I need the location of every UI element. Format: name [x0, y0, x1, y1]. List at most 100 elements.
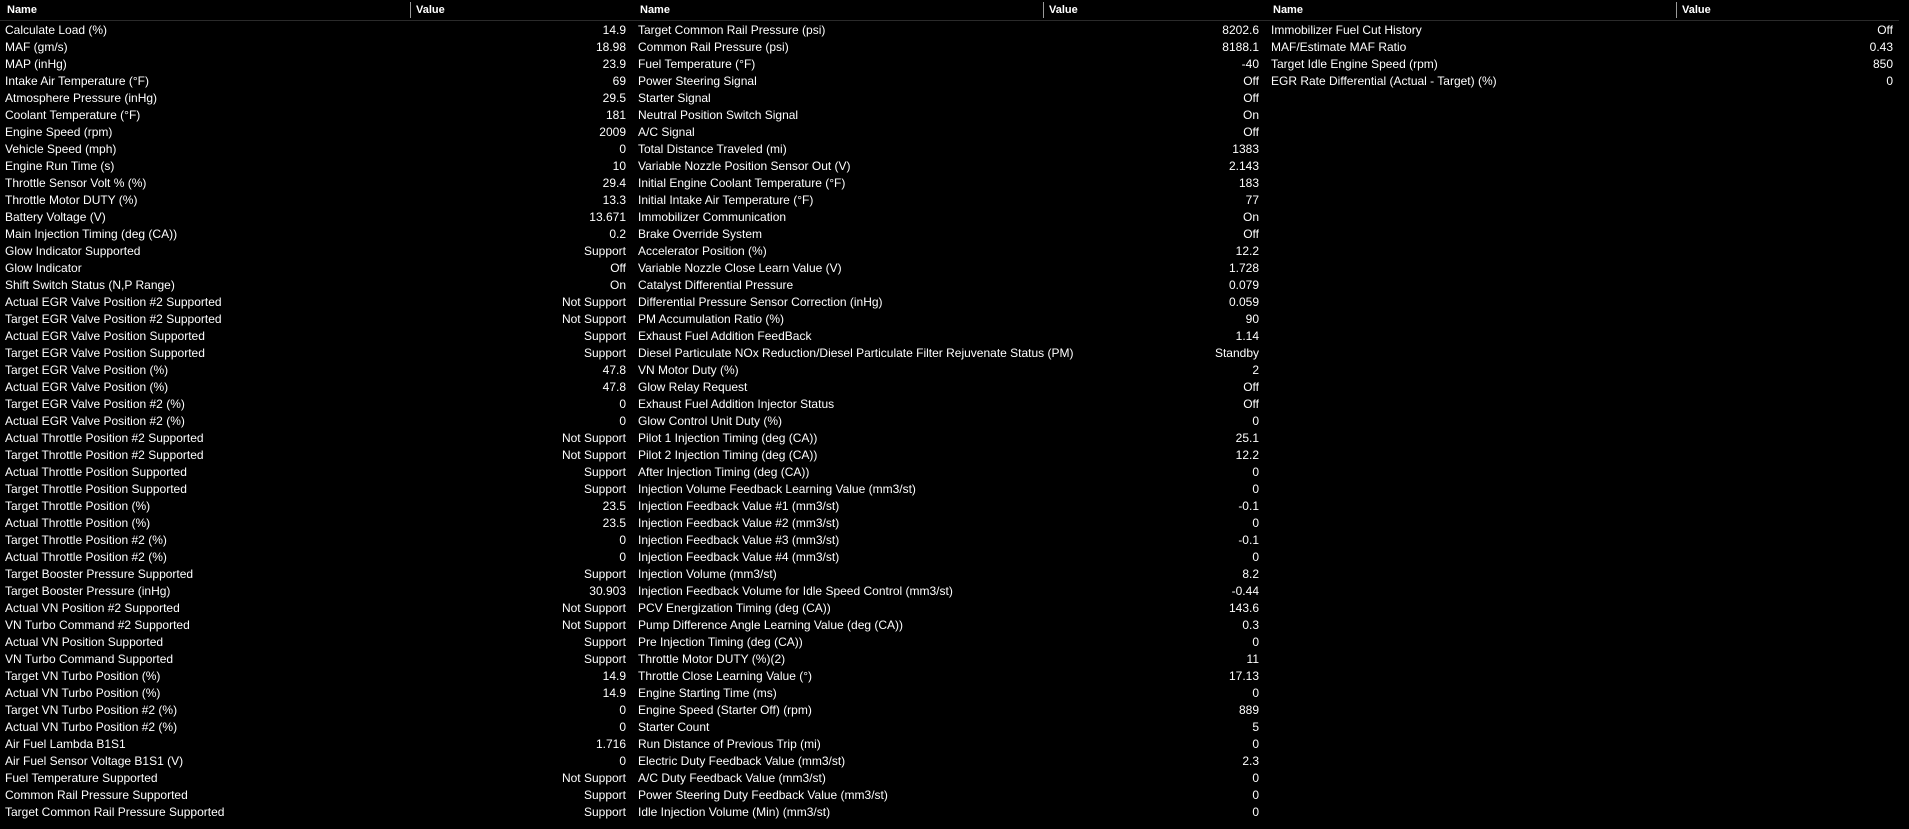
table-row[interactable]: Fuel Temperature Supported Not Support	[0, 770, 633, 787]
table-row[interactable]: Actual EGR Valve Position Supported Suppo…	[0, 328, 633, 345]
table-row[interactable]: Fuel Temperature (°F) -40	[633, 56, 1266, 73]
column-header-name[interactable]: Name	[640, 0, 670, 20]
table-row[interactable]: Initial Intake Air Temperature (°F) 77	[633, 192, 1266, 209]
table-row[interactable]: Actual EGR Valve Position (%) 47.8	[0, 379, 633, 396]
table-row[interactable]: Glow Control Unit Duty (%) 0	[633, 413, 1266, 430]
table-row[interactable]: Target VN Turbo Position (%) 14.9	[0, 668, 633, 685]
table-row[interactable]: Variable Nozzle Position Sensor Out (V) 2…	[633, 158, 1266, 175]
table-row[interactable]: Engine Starting Time (ms) 0	[633, 685, 1266, 702]
table-row[interactable]: Target Common Rail Pressure (psi) 8202.6	[633, 22, 1266, 39]
table-row[interactable]: VN Motor Duty (%) 2	[633, 362, 1266, 379]
column-header-value[interactable]: Value	[416, 0, 445, 20]
table-row[interactable]: Actual EGR Valve Position #2 Supported No…	[0, 294, 633, 311]
table-row[interactable]: Calculate Load (%) 14.9	[0, 22, 633, 39]
table-row[interactable]: Target Booster Pressure (inHg) 30.903	[0, 583, 633, 600]
table-row[interactable]: Injection Feedback Value #2 (mm3/st) 0	[633, 515, 1266, 532]
table-row[interactable]: PCV Energization Timing (deg (CA)) 143.6	[633, 600, 1266, 617]
table-row[interactable]: VN Turbo Command Supported Support	[0, 651, 633, 668]
column-header-value[interactable]: Value	[1682, 0, 1711, 20]
table-row[interactable]: Electric Duty Feedback Value (mm3/st) 2.3	[633, 753, 1266, 770]
column-resize-handle[interactable]	[1043, 2, 1044, 18]
table-row[interactable]: A/C Duty Feedback Value (mm3/st) 0	[633, 770, 1266, 787]
table-row[interactable]: Target Throttle Position #2 Supported Not…	[0, 447, 633, 464]
table-row[interactable]: Actual Throttle Position Supported Suppor…	[0, 464, 633, 481]
table-row[interactable]: Actual VN Position Supported Support	[0, 634, 633, 651]
table-row[interactable]: Target Idle Engine Speed (rpm) 850	[1266, 56, 1899, 73]
table-row[interactable]: Target EGR Valve Position #2 Supported No…	[0, 311, 633, 328]
table-row[interactable]: Exhaust Fuel Addition FeedBack 1.14	[633, 328, 1266, 345]
table-row[interactable]: Initial Engine Coolant Temperature (°F) 1…	[633, 175, 1266, 192]
table-row[interactable]: Brake Override System Off	[633, 226, 1266, 243]
table-row[interactable]: Target Common Rail Pressure Supported Sup…	[0, 804, 633, 821]
table-row[interactable]: Common Rail Pressure (psi) 8188.1	[633, 39, 1266, 56]
table-row[interactable]: Actual VN Position #2 Supported Not Suppo…	[0, 600, 633, 617]
table-row[interactable]: Actual EGR Valve Position #2 (%) 0	[0, 413, 633, 430]
table-row[interactable]: Power Steering Duty Feedback Value (mm3/…	[633, 787, 1266, 804]
table-row[interactable]: Glow Relay Request Off	[633, 379, 1266, 396]
table-row[interactable]: Pilot 1 Injection Timing (deg (CA)) 25.1	[633, 430, 1266, 447]
column-resize-handle[interactable]	[410, 2, 411, 18]
table-row[interactable]: Power Steering Signal Off	[633, 73, 1266, 90]
table-row[interactable]: Actual Throttle Position #2 Supported Not…	[0, 430, 633, 447]
table-row[interactable]: Engine Speed (rpm) 2009	[0, 124, 633, 141]
table-row[interactable]: Throttle Sensor Volt % (%) 29.4	[0, 175, 633, 192]
column-header-name[interactable]: Name	[1273, 0, 1303, 20]
table-row[interactable]: Starter Signal Off	[633, 90, 1266, 107]
table-row[interactable]: Catalyst Differential Pressure 0.079	[633, 277, 1266, 294]
table-row[interactable]: MAF (gm/s) 18.98	[0, 39, 633, 56]
table-row[interactable]: Engine Speed (Starter Off) (rpm) 889	[633, 702, 1266, 719]
table-row[interactable]: Variable Nozzle Close Learn Value (V) 1.7…	[633, 260, 1266, 277]
table-row[interactable]: Intake Air Temperature (°F) 69	[0, 73, 633, 90]
table-row[interactable]: Differential Pressure Sensor Correction …	[633, 294, 1266, 311]
column-header-name[interactable]: Name	[7, 0, 37, 20]
table-row[interactable]: MAP (inHg) 23.9	[0, 56, 633, 73]
table-row[interactable]: Battery Voltage (V) 13.671	[0, 209, 633, 226]
table-row[interactable]: Shift Switch Status (N,P Range) On	[0, 277, 633, 294]
table-row[interactable]: Target VN Turbo Position #2 (%) 0	[0, 702, 633, 719]
table-row[interactable]: Target Throttle Position (%) 23.5	[0, 498, 633, 515]
table-row[interactable]: Immobilizer Fuel Cut History Off	[1266, 22, 1899, 39]
table-row[interactable]: Target EGR Valve Position (%) 47.8	[0, 362, 633, 379]
table-row[interactable]: Diesel Particulate NOx Reduction/Diesel …	[633, 345, 1266, 362]
table-row[interactable]: Air Fuel Lambda B1S1 1.716	[0, 736, 633, 753]
table-row[interactable]: Actual VN Turbo Position (%) 14.9	[0, 685, 633, 702]
table-row[interactable]: Accelerator Position (%) 12.2	[633, 243, 1266, 260]
table-row[interactable]: Coolant Temperature (°F) 181	[0, 107, 633, 124]
table-row[interactable]: A/C Signal Off	[633, 124, 1266, 141]
table-row[interactable]: Target Booster Pressure Supported Support	[0, 566, 633, 583]
table-row[interactable]: Air Fuel Sensor Voltage B1S1 (V) 0	[0, 753, 633, 770]
column-resize-handle[interactable]	[1676, 2, 1677, 18]
table-row[interactable]: After Injection Timing (deg (CA)) 0	[633, 464, 1266, 481]
table-row[interactable]: Target Throttle Position Supported Suppor…	[0, 481, 633, 498]
table-row[interactable]: Target EGR Valve Position #2 (%) 0	[0, 396, 633, 413]
table-row[interactable]: Injection Feedback Volume for Idle Speed…	[633, 583, 1266, 600]
table-row[interactable]: Neutral Position Switch Signal On	[633, 107, 1266, 124]
table-row[interactable]: Common Rail Pressure Supported Support	[0, 787, 633, 804]
table-row[interactable]: Throttle Motor DUTY (%)(2) 11	[633, 651, 1266, 668]
table-row[interactable]: Pump Difference Angle Learning Value (de…	[633, 617, 1266, 634]
table-row[interactable]: Vehicle Speed (mph) 0	[0, 141, 633, 158]
table-row[interactable]: Atmosphere Pressure (inHg) 29.5	[0, 90, 633, 107]
table-row[interactable]: Immobilizer Communication On	[633, 209, 1266, 226]
table-row[interactable]: Glow Indicator Supported Support	[0, 243, 633, 260]
table-row[interactable]: Target Throttle Position #2 (%) 0	[0, 532, 633, 549]
table-row[interactable]: PM Accumulation Ratio (%) 90	[633, 311, 1266, 328]
table-row[interactable]: Injection Volume Feedback Learning Value…	[633, 481, 1266, 498]
table-row[interactable]: Exhaust Fuel Addition Injector Status Off	[633, 396, 1266, 413]
table-row[interactable]: Pre Injection Timing (deg (CA)) 0	[633, 634, 1266, 651]
table-row[interactable]: Total Distance Traveled (mi) 1383	[633, 141, 1266, 158]
table-row[interactable]: Throttle Motor DUTY (%) 13.3	[0, 192, 633, 209]
table-row[interactable]: Injection Feedback Value #4 (mm3/st) 0	[633, 549, 1266, 566]
table-row[interactable]: MAF/Estimate MAF Ratio 0.43	[1266, 39, 1899, 56]
table-row[interactable]: Injection Feedback Value #1 (mm3/st) -0.1	[633, 498, 1266, 515]
table-row[interactable]: Actual Throttle Position (%) 23.5	[0, 515, 633, 532]
table-row[interactable]: Throttle Close Learning Value (°) 17.13	[633, 668, 1266, 685]
table-row[interactable]: Injection Volume (mm3/st) 8.2	[633, 566, 1266, 583]
table-row[interactable]: Target EGR Valve Position Supported Suppo…	[0, 345, 633, 362]
table-row[interactable]: Run Distance of Previous Trip (mi) 0	[633, 736, 1266, 753]
column-header-value[interactable]: Value	[1049, 0, 1078, 20]
table-row[interactable]: Glow Indicator Off	[0, 260, 633, 277]
table-row[interactable]: Main Injection Timing (deg (CA)) 0.2	[0, 226, 633, 243]
table-row[interactable]: EGR Rate Differential (Actual - Target) …	[1266, 73, 1899, 90]
table-row[interactable]: Starter Count 5	[633, 719, 1266, 736]
